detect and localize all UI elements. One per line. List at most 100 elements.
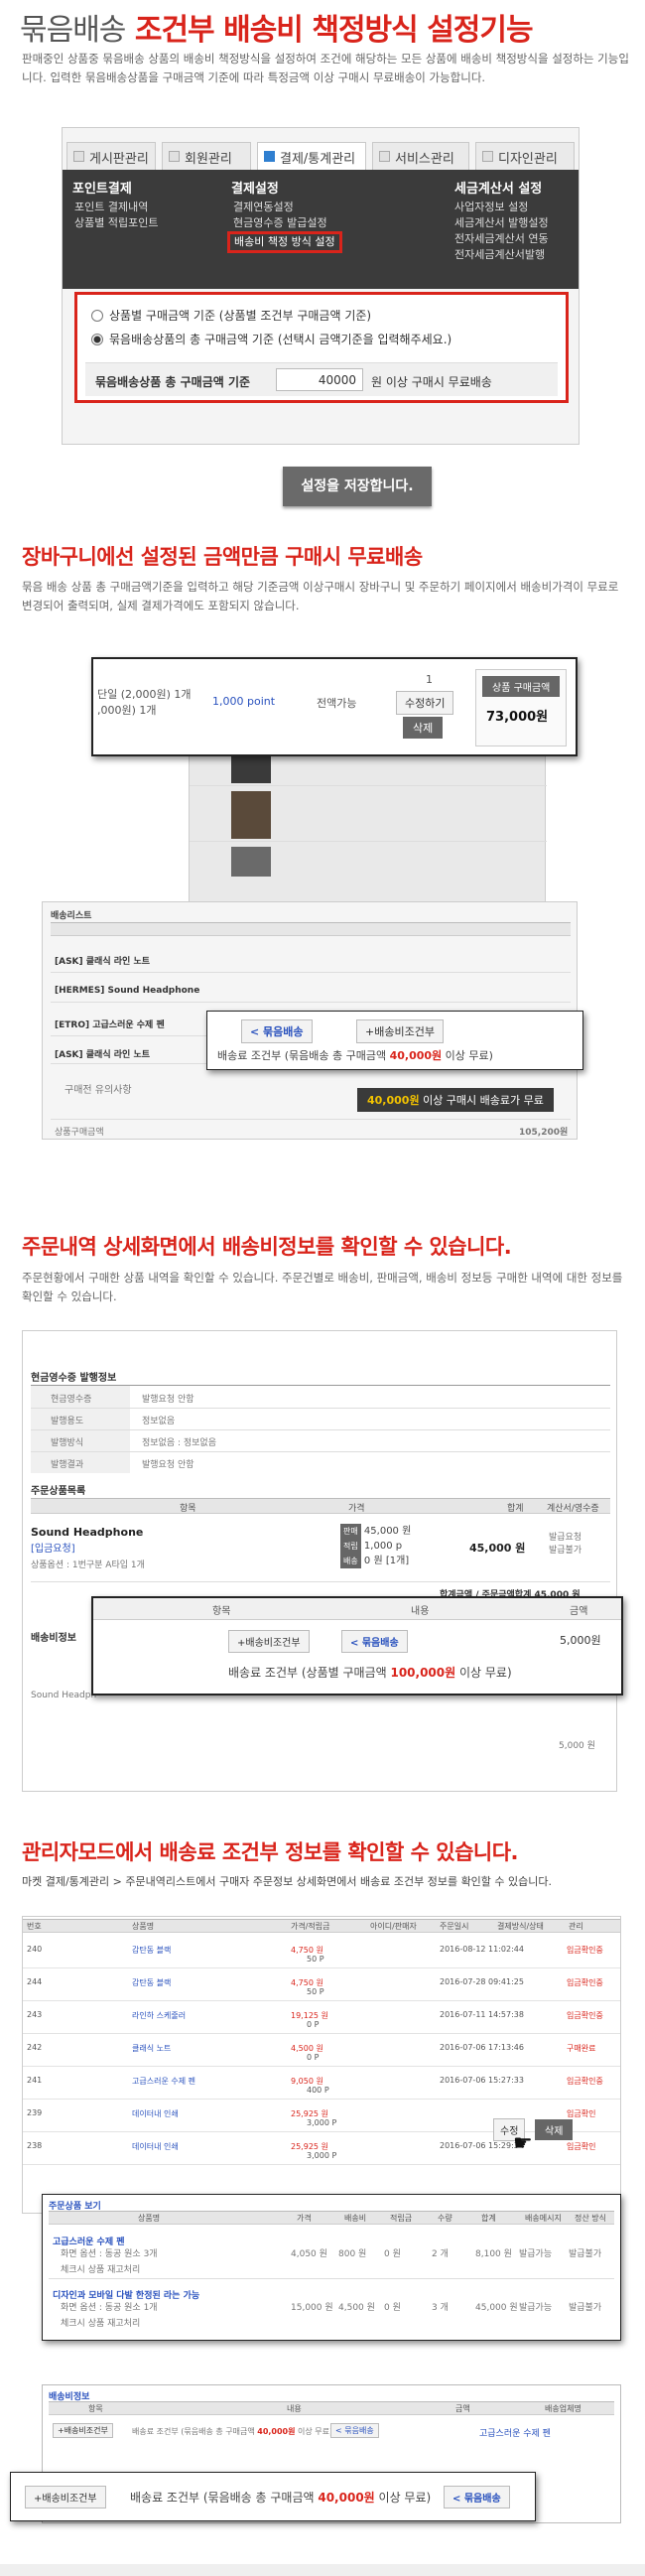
row-number: 238 (27, 2141, 43, 2150)
tab-icon (73, 151, 84, 162)
list-thead (51, 922, 571, 936)
row-product-name: 클래식 노트 (132, 2044, 172, 2053)
section3-desc: 주문현황에서 구매한 상품 내역을 확인할 수 있습니다. 주문건별로 배송비,… (22, 1271, 623, 1303)
menu-item[interactable]: 사업자정보 설정 (454, 200, 549, 215)
notice-label: 구매전 유의사항 (64, 1085, 132, 1096)
list-row-code: [HERMES] Sound Headphone (55, 986, 200, 996)
delete-button[interactable]: 삭제 (403, 717, 444, 739)
list-row-code: [ASK] 클래식 라인 노트 (55, 1050, 151, 1060)
price-lines: 판매 45,000 원 적립 1,000 p 배송 0 원 [1개] (340, 1524, 411, 1568)
status-text: 전액가능 (317, 697, 357, 710)
cart-row-popup: 단일 (2,000원) 1개 ,000원) 1개 1,000 point 전액가… (91, 657, 578, 756)
row-number: 241 (27, 2076, 43, 2085)
menu-item[interactable]: 포인트 결제내역 (74, 200, 158, 215)
shipping-condition-text: 배송료 조건부 (상품별 구매금액 100,000원 이상 무료) (228, 1666, 512, 1680)
row-point: 50 P (307, 1955, 324, 1964)
row-status: 입금확인중 (567, 2011, 603, 2020)
product-thumb (231, 847, 271, 877)
shipping-condition-text: 배송료 조건부 (묶음배송 총 구매금액 40,000원 이상 무료) (130, 2491, 432, 2505)
total-label: 상품구매금액 (55, 1128, 104, 1138)
conditional-tag: +배송비조건부 (53, 2423, 113, 2438)
row-date: 2016-07-06 15:29:34 (440, 2141, 524, 2150)
admin-order-row[interactable]: 241 고급스러운 수제 펜 9,050 원 400 P 2016-07-06 15:2… (23, 2068, 620, 2100)
row-point: 50 P (307, 1987, 324, 1996)
menu-item[interactable]: 전자세금계산서 연동 (454, 231, 549, 247)
admin-order-row[interactable]: 242 클래식 노트 4,500 원0 P 2016-07-06 17:13:46 구매… (23, 2035, 620, 2067)
receipt-val: 발행요청 안함 (142, 1460, 194, 1470)
row-status: 입금확인중 (567, 1978, 603, 1987)
conditional-tag: +배송비조건부 (25, 2486, 106, 2508)
receipt-key: 발행결과 (51, 1460, 84, 1470)
free-shipping-badge: 40,000원 이상 구매시 배송료가 무료 (357, 1088, 554, 1112)
row-product-name: 라인하 스케줄러 (132, 2011, 187, 2020)
row-status: 입금확인 (567, 2109, 596, 2118)
tab-members[interactable]: 회원관리 (162, 142, 251, 170)
stock-check-label[interactable]: 체크시 상품 재고처리 (61, 2316, 140, 2329)
save-settings-button[interactable]: 설정을 저장합니다. (283, 467, 432, 506)
option-bundle-total[interactable]: 묶음배송상품의 총 구매금액 기준 (선택시 금액기준을 입력해주세요.) (91, 331, 452, 347)
order-title: 주문상품목록 (31, 1486, 86, 1497)
admin-list-thead: 번호 상품명 가격/적립금 아이디/판매자 주문일시 결제방식/상태 관리 (23, 1919, 620, 1933)
menu-item[interactable]: 결제연동설정 (233, 200, 342, 215)
menu-point-items: 포인트 결제내역 상품별 적립포인트 (74, 200, 158, 231)
menu-item[interactable]: 전자세금계산서발행 (454, 247, 549, 263)
list-row-code: [ASK] 클래식 라인 노트 (55, 957, 151, 967)
menu-item[interactable]: 세금계산서 발행설정 (454, 215, 549, 231)
menu-item[interactable]: 현금영수증 발급설정 (233, 215, 342, 231)
row-number: 240 (27, 1945, 43, 1954)
menu-tax-items: 사업자정보 설정 세금계산서 발행설정 전자세금계산서 연동 전자세금계산서발행 (454, 200, 549, 263)
tab-icon (264, 151, 275, 162)
qty-edit-button[interactable]: 수정하기 (396, 691, 454, 715)
threshold-amount-input[interactable]: 40000 (276, 368, 363, 391)
menu-item-shipping-fee[interactable]: 배송비 책정 방식 설정 (227, 231, 342, 253)
shipping-setting-panel: 상품별 구매금액 기준 (상품별 조건부 구매금액 기준) 묶음배송상품의 총 … (74, 292, 569, 403)
section2-desc: 묶음 배송 상품 총 구매금액기준을 입력하고 해당 기준금액 이상구매시 장바… (22, 580, 619, 612)
product-name: Sound Headphone (31, 1526, 144, 1539)
row-product-name: 감탄동 블랙 (132, 1946, 172, 1955)
receipt-table: 현금영수증 발행요청 안함 발행용도 정보없음 발행방식 정보없음 : 정보없음… (31, 1385, 610, 1473)
price-head: 상품 구매금액 (482, 676, 561, 697)
row-status: 입금확인 (567, 2142, 596, 2151)
section4-title: 관리자모드에서 배송료 조건부 정보를 확인할 수 있습니다. (22, 1840, 519, 1864)
stock-check-label[interactable]: 체크시 상품 재고처리 (61, 2262, 140, 2275)
menu-item[interactable]: 상품별 적립포인트 (74, 215, 158, 231)
receipt-state: 발급요청 발급불가 (549, 1533, 582, 1556)
shipping-product: Sound Headph (31, 1691, 97, 1700)
delete-button[interactable]: 삭제 (535, 2119, 574, 2140)
tab-service[interactable]: 서비스관리 (372, 142, 469, 170)
receipt-val: 정보없음 : 정보없음 (142, 1438, 216, 1448)
threshold-suffix: 원 이상 구매시 무료배송 (371, 375, 492, 389)
admin-order-row[interactable]: 244 감탄동 블랙 4,750 원 50 P 2016-07-28 09:41:25 입… (23, 1969, 620, 2001)
menu-payment-title: 결제설정 (231, 182, 279, 197)
title-part-a: 묶음배송 (20, 13, 126, 48)
row-number: 244 (27, 1977, 43, 1986)
admin-order-row[interactable]: 240 감탄동 블랙 4,750 원 50 P 2016-08-12 11:02:44 입… (23, 1937, 620, 1968)
tab-icon (482, 151, 493, 162)
vendor-name: 고급스러운 수제 펜 (479, 2429, 551, 2439)
row-point: 0 P (307, 2053, 320, 2062)
option-per-product[interactable]: 상품별 구매금액 기준 (상품별 조건부 구매금액 기준) (91, 307, 371, 324)
tab-icon (169, 151, 180, 162)
detail-thead: 상품명 가격 배송비 적립금 수량 합계 배송메시지 정산 방식 (49, 2211, 614, 2225)
title-part-b: 조건부 배송비 책정방식 설정기능 (134, 13, 534, 48)
order-sum: 45,000 원 (469, 1542, 526, 1555)
admin-order-row[interactable]: 243 라인하 스케줄러 19,125 원0 P 2016-07-11 14:57:3… (23, 2002, 620, 2034)
row-date: 2016-07-06 17:13:46 (440, 2043, 524, 2052)
tab-board[interactable]: 게시판관리 (66, 142, 156, 170)
admin-tabs: 게시판관리 회원관리 결제/통계관리 서비스관리 디자인관리 (63, 142, 579, 170)
submenu-panel: 포인트결제 포인트 결제내역 상품별 적립포인트 결제설정 결제연동설정 현금영… (63, 170, 579, 289)
list-row-code: [ETRO] 고급스러운 수제 펜 (55, 1020, 165, 1030)
page-footer-shade (0, 2564, 645, 2576)
list-header: 배송리스트 (51, 911, 92, 921)
tab-payment[interactable]: 결제/통계관리 (257, 142, 366, 170)
detail-row-opt: 화면 옵션 : 동공 원소 1개 (61, 2303, 158, 2313)
admin-order-row[interactable]: 239 데이터내 인쇄 25,925 원 3,000 P 입금확인 (23, 2101, 620, 2132)
tab-design[interactable]: 디자인관리 (475, 142, 575, 170)
detail-row-opt: 화면 옵션 : 동공 원소 3개 (61, 2249, 158, 2259)
row-point: 3,000 P (307, 2151, 337, 2160)
admin-order-list: 번호 상품명 가격/적립금 아이디/판매자 주문일시 결제방식/상태 관리 24… (22, 1916, 621, 2214)
bundle-tag: < 묶음배송 (341, 1630, 408, 1653)
page-title: 묶음배송 조건부 배송비 책정방식 설정기능 (20, 5, 534, 49)
section4-desc: 마켓 결제/통계관리 > 주문내역리스트에서 구매자 주문정보 상세화면에서 배… (22, 1875, 553, 1888)
qty-value: 1 (426, 673, 433, 686)
